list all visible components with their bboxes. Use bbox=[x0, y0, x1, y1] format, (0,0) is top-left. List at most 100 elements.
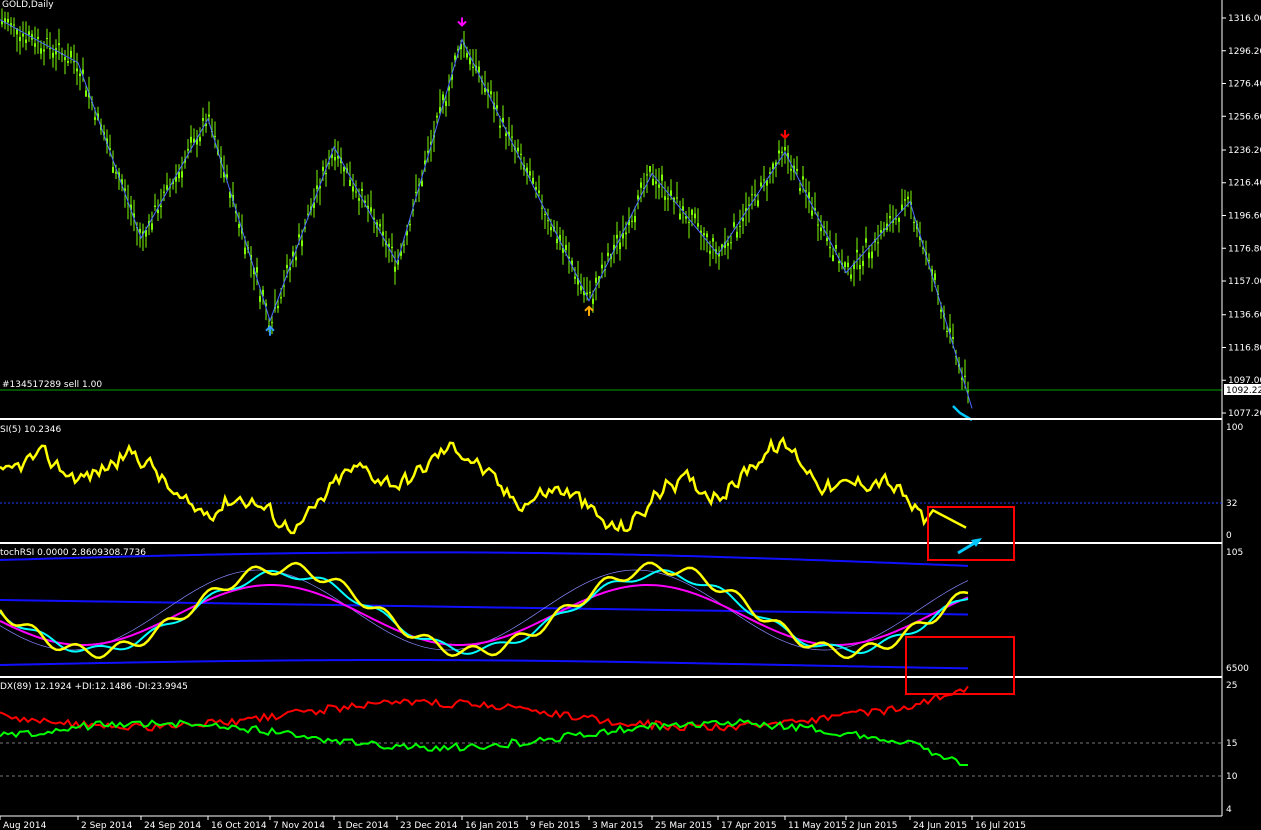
candle-body bbox=[490, 91, 492, 95]
candle-body bbox=[547, 220, 549, 222]
price-axis-label: 1077.20 bbox=[1228, 409, 1261, 419]
candle-body bbox=[178, 172, 180, 179]
candle-body bbox=[640, 182, 642, 188]
candle-body bbox=[697, 223, 699, 227]
rsi-panel[interactable]: SI(5) 10.2346 100 32 0 bbox=[0, 423, 1243, 541]
candle-body bbox=[913, 221, 915, 223]
candle-body bbox=[28, 31, 30, 35]
candle-body bbox=[706, 233, 708, 238]
candle-body bbox=[529, 171, 531, 176]
candle-body bbox=[607, 252, 609, 257]
candle-body bbox=[280, 297, 282, 299]
stoch-series-line bbox=[0, 569, 969, 651]
candle-body bbox=[214, 135, 216, 137]
adx-label: DX(89) 12.1924 +DI:12.1486 -DI:23.9945 bbox=[0, 682, 188, 692]
candle-body bbox=[94, 117, 96, 120]
zigzag-polyline bbox=[0, 19, 973, 409]
candle-body bbox=[862, 260, 864, 267]
candle-body bbox=[676, 197, 678, 199]
trading-chart[interactable]: GOLD,Daily #134517289 sell 1.00 1316.001… bbox=[0, 0, 1261, 830]
candle-body bbox=[703, 233, 705, 236]
adx-axis-25: 25 bbox=[1226, 681, 1237, 691]
candle-body bbox=[256, 267, 258, 273]
date-axis: Aug 2014 2 Sep 2014 24 Sep 2014 16 Oct 2014… bbox=[0, 816, 1026, 830]
rsi-axis-32: 32 bbox=[1226, 499, 1237, 509]
candle-body bbox=[652, 178, 654, 186]
candle-body bbox=[79, 73, 81, 77]
candle-body bbox=[25, 39, 27, 43]
candle-body bbox=[574, 276, 576, 279]
stoch-highlight-box bbox=[905, 636, 1015, 695]
candle-body bbox=[556, 238, 558, 244]
candle-body bbox=[709, 250, 711, 254]
candle-body bbox=[190, 136, 192, 143]
candle-body bbox=[595, 277, 597, 283]
candle-body bbox=[238, 224, 240, 228]
candle-body bbox=[877, 242, 879, 244]
candle-body bbox=[784, 147, 786, 151]
candle-body bbox=[112, 167, 114, 173]
stoch-axis-6500: 6500 bbox=[1226, 664, 1249, 674]
candle-body bbox=[952, 337, 954, 339]
candle-body bbox=[370, 207, 372, 212]
price-candles bbox=[1, 8, 969, 404]
stoch-axis-105: 105 bbox=[1226, 548, 1243, 558]
candle-body bbox=[355, 191, 357, 193]
rsi-axis-0: 0 bbox=[1226, 531, 1232, 541]
stoch-rsi-label: tochRSI 0.0000 2.8609308.7736 bbox=[0, 548, 146, 558]
candle-body bbox=[946, 330, 948, 333]
rsi-line bbox=[0, 436, 967, 535]
candle-body bbox=[166, 185, 168, 190]
candle-body bbox=[649, 165, 651, 172]
candle-body bbox=[7, 18, 9, 23]
candle-body bbox=[550, 227, 552, 231]
rsi-axis-100: 100 bbox=[1226, 423, 1243, 433]
candle-body bbox=[334, 157, 336, 161]
candle-body bbox=[655, 181, 657, 184]
candle-body bbox=[850, 274, 852, 279]
date-axis-label: 9 Feb 2015 bbox=[530, 821, 580, 830]
candle-body bbox=[871, 251, 873, 259]
candle-body bbox=[496, 105, 498, 109]
candle-body bbox=[37, 36, 39, 39]
candle-body bbox=[634, 215, 636, 223]
candle-body bbox=[316, 185, 318, 190]
price-axis-label: 1296.20 bbox=[1228, 47, 1261, 57]
price-panel[interactable]: GOLD,Daily #134517289 sell 1.00 1316.001… bbox=[0, 0, 1261, 422]
candle-body bbox=[688, 221, 690, 223]
candle-body bbox=[46, 38, 48, 40]
adx-panel[interactable]: DX(89) 12.1924 +DI:12.1486 -DI:23.9945 2… bbox=[0, 681, 1238, 815]
candle-body bbox=[199, 136, 201, 142]
candle-body bbox=[157, 209, 159, 214]
candle-body bbox=[541, 207, 543, 209]
price-axis-label: 1216.40 bbox=[1228, 179, 1261, 189]
date-axis-label: 24 Sep 2014 bbox=[144, 821, 201, 830]
candle-body bbox=[295, 256, 297, 261]
candle-body bbox=[646, 174, 648, 176]
candle-body bbox=[52, 52, 54, 58]
candle-body bbox=[466, 53, 468, 58]
candle-body bbox=[163, 191, 165, 193]
candle-body bbox=[361, 188, 363, 192]
candle-body bbox=[868, 252, 870, 259]
candle-body bbox=[421, 181, 423, 187]
candle-body bbox=[928, 259, 930, 261]
candle-body bbox=[727, 242, 729, 246]
date-axis-label: 1 Dec 2014 bbox=[337, 821, 389, 830]
signal-arrows bbox=[265, 17, 973, 422]
candle-body bbox=[358, 198, 360, 201]
stoch-series-line bbox=[0, 561, 969, 660]
candle-body bbox=[349, 179, 351, 187]
candle-body bbox=[301, 240, 303, 247]
candle-body bbox=[859, 265, 861, 270]
candle-body bbox=[244, 247, 246, 255]
current-price-label: 1092.22 bbox=[1226, 386, 1261, 396]
date-axis-label: 7 Nov 2014 bbox=[273, 821, 325, 830]
candle-body bbox=[790, 168, 792, 171]
stoch-rsi-panel[interactable]: tochRSI 0.0000 2.8609308.7736 105 6500 bbox=[0, 548, 1249, 674]
candle-body bbox=[772, 163, 774, 170]
adx-axis-15: 15 bbox=[1226, 739, 1237, 749]
price-axis-label: 1276.40 bbox=[1228, 80, 1261, 90]
candle-body bbox=[778, 150, 780, 154]
candle-body bbox=[670, 190, 672, 196]
